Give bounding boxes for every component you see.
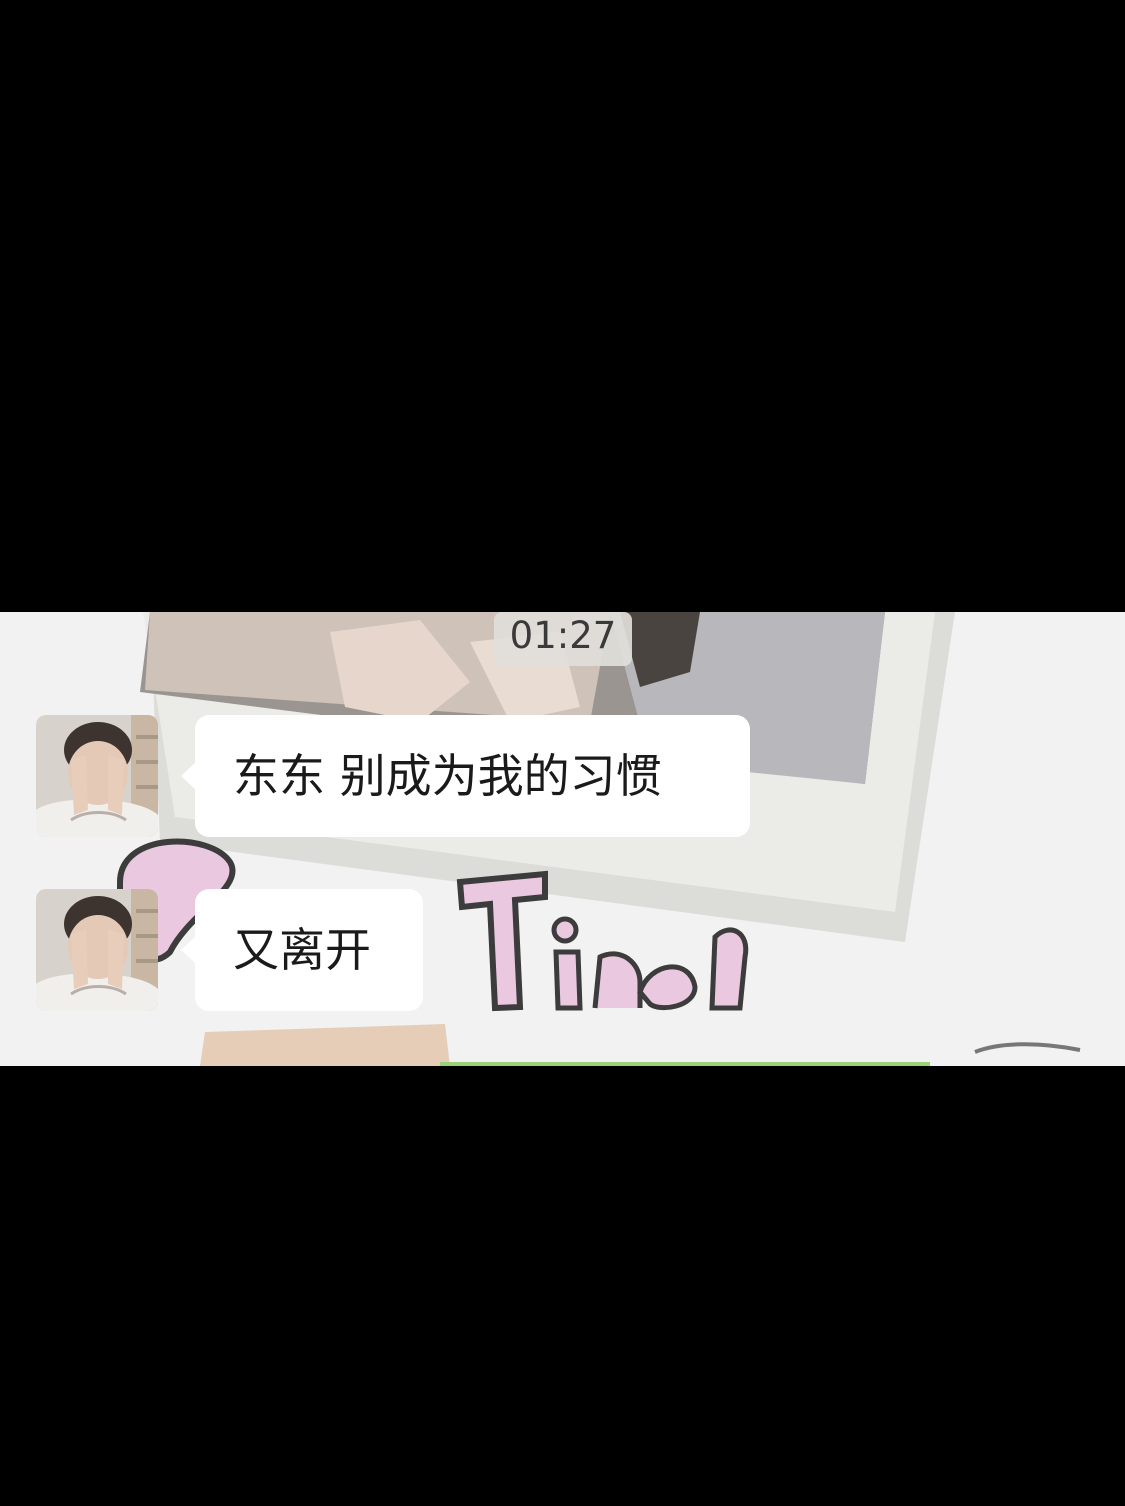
- screen-recording-frame: 01:27 东东 别成为我的习惯 又离开: [0, 0, 1125, 1506]
- letterbox-top: [0, 0, 1125, 612]
- message-row: 又离开: [36, 889, 436, 1011]
- chat-area[interactable]: 01:27 东东 别成为我的习惯 又离开: [0, 612, 1125, 1066]
- message-timestamp: 01:27: [494, 612, 632, 666]
- letterbox-bottom: [0, 1066, 1125, 1506]
- message-row: 东东 别成为我的习惯: [36, 715, 756, 837]
- incoming-message-bubble[interactable]: 又离开: [181, 889, 423, 1011]
- face-covered-avatar[interactable]: [36, 889, 158, 1011]
- face-covered-avatar[interactable]: [36, 715, 158, 837]
- avatar-photo-icon: [36, 889, 158, 1011]
- incoming-message-bubble[interactable]: 东东 别成为我的习惯: [181, 715, 750, 837]
- avatar-photo-icon: [36, 715, 158, 837]
